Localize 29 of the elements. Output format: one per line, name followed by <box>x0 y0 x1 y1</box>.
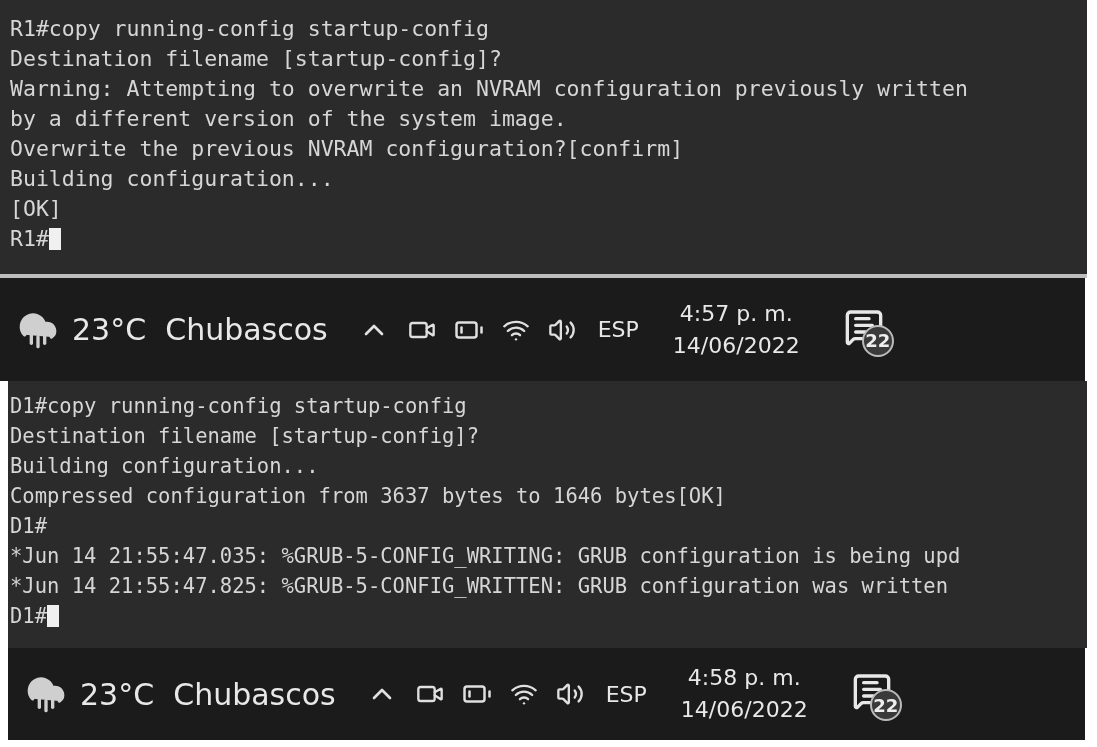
terminal-line: Building configuration... <box>10 165 334 193</box>
terminal-prompt: D1# <box>10 603 48 630</box>
clock-date[interactable]: 14/06/2022 <box>680 697 808 723</box>
terminal-line: Warning: Attempting to overwrite an NVRAM configuration previously written <box>10 75 968 103</box>
clock-time[interactable]: 4:58 p. m. <box>687 665 801 691</box>
terminal-line: [OK] <box>10 195 62 223</box>
terminal-line: Building configuration... <box>10 453 319 480</box>
notification-count: 22 <box>869 689 902 721</box>
terminal-line: Destination filename [startup-config]? <box>10 423 479 450</box>
text-cursor <box>48 228 61 250</box>
terminal-line: D1# <box>10 513 48 540</box>
terminal-line: *Jun 14 21:55:47.825: %GRUB-5-CONFIG_WRITTEN: GRUB configuration was written <box>10 573 948 600</box>
rain-cloud-icon[interactable] <box>26 674 66 714</box>
clock-time[interactable]: 4:57 p. m. <box>679 300 793 327</box>
terminal-line: R1#copy running-config startup-config <box>10 15 489 43</box>
terminal-line: by a different version of the system image. <box>10 105 567 133</box>
clock-date[interactable]: 14/06/2022 <box>672 332 800 359</box>
terminal-line: *Jun 14 21:55:47.035: %GRUB-5-CONFIG_WRITING: GRUB configuration is being upd <box>10 543 961 570</box>
terminal-line: Overwrite the previous NVRAM configuration?[confirm] <box>10 135 684 163</box>
language-indicator[interactable]: ESP <box>597 317 639 342</box>
terminal-line: D1#copy running-config startup-config <box>10 393 467 420</box>
text-cursor <box>47 605 60 627</box>
notification-count: 22 <box>861 324 894 357</box>
weather-widget[interactable]: 23°C Chubascos <box>72 312 328 347</box>
terminal-line: Destination filename [startup-config]? <box>10 45 502 73</box>
weather-widget[interactable]: 23°C Chubascos <box>80 676 336 712</box>
terminal-line: Compressed configuration from 3637 bytes to 1646 bytes[OK] <box>10 483 726 510</box>
language-indicator[interactable]: ESP <box>605 681 647 707</box>
terminal-prompt: R1# <box>10 225 49 253</box>
